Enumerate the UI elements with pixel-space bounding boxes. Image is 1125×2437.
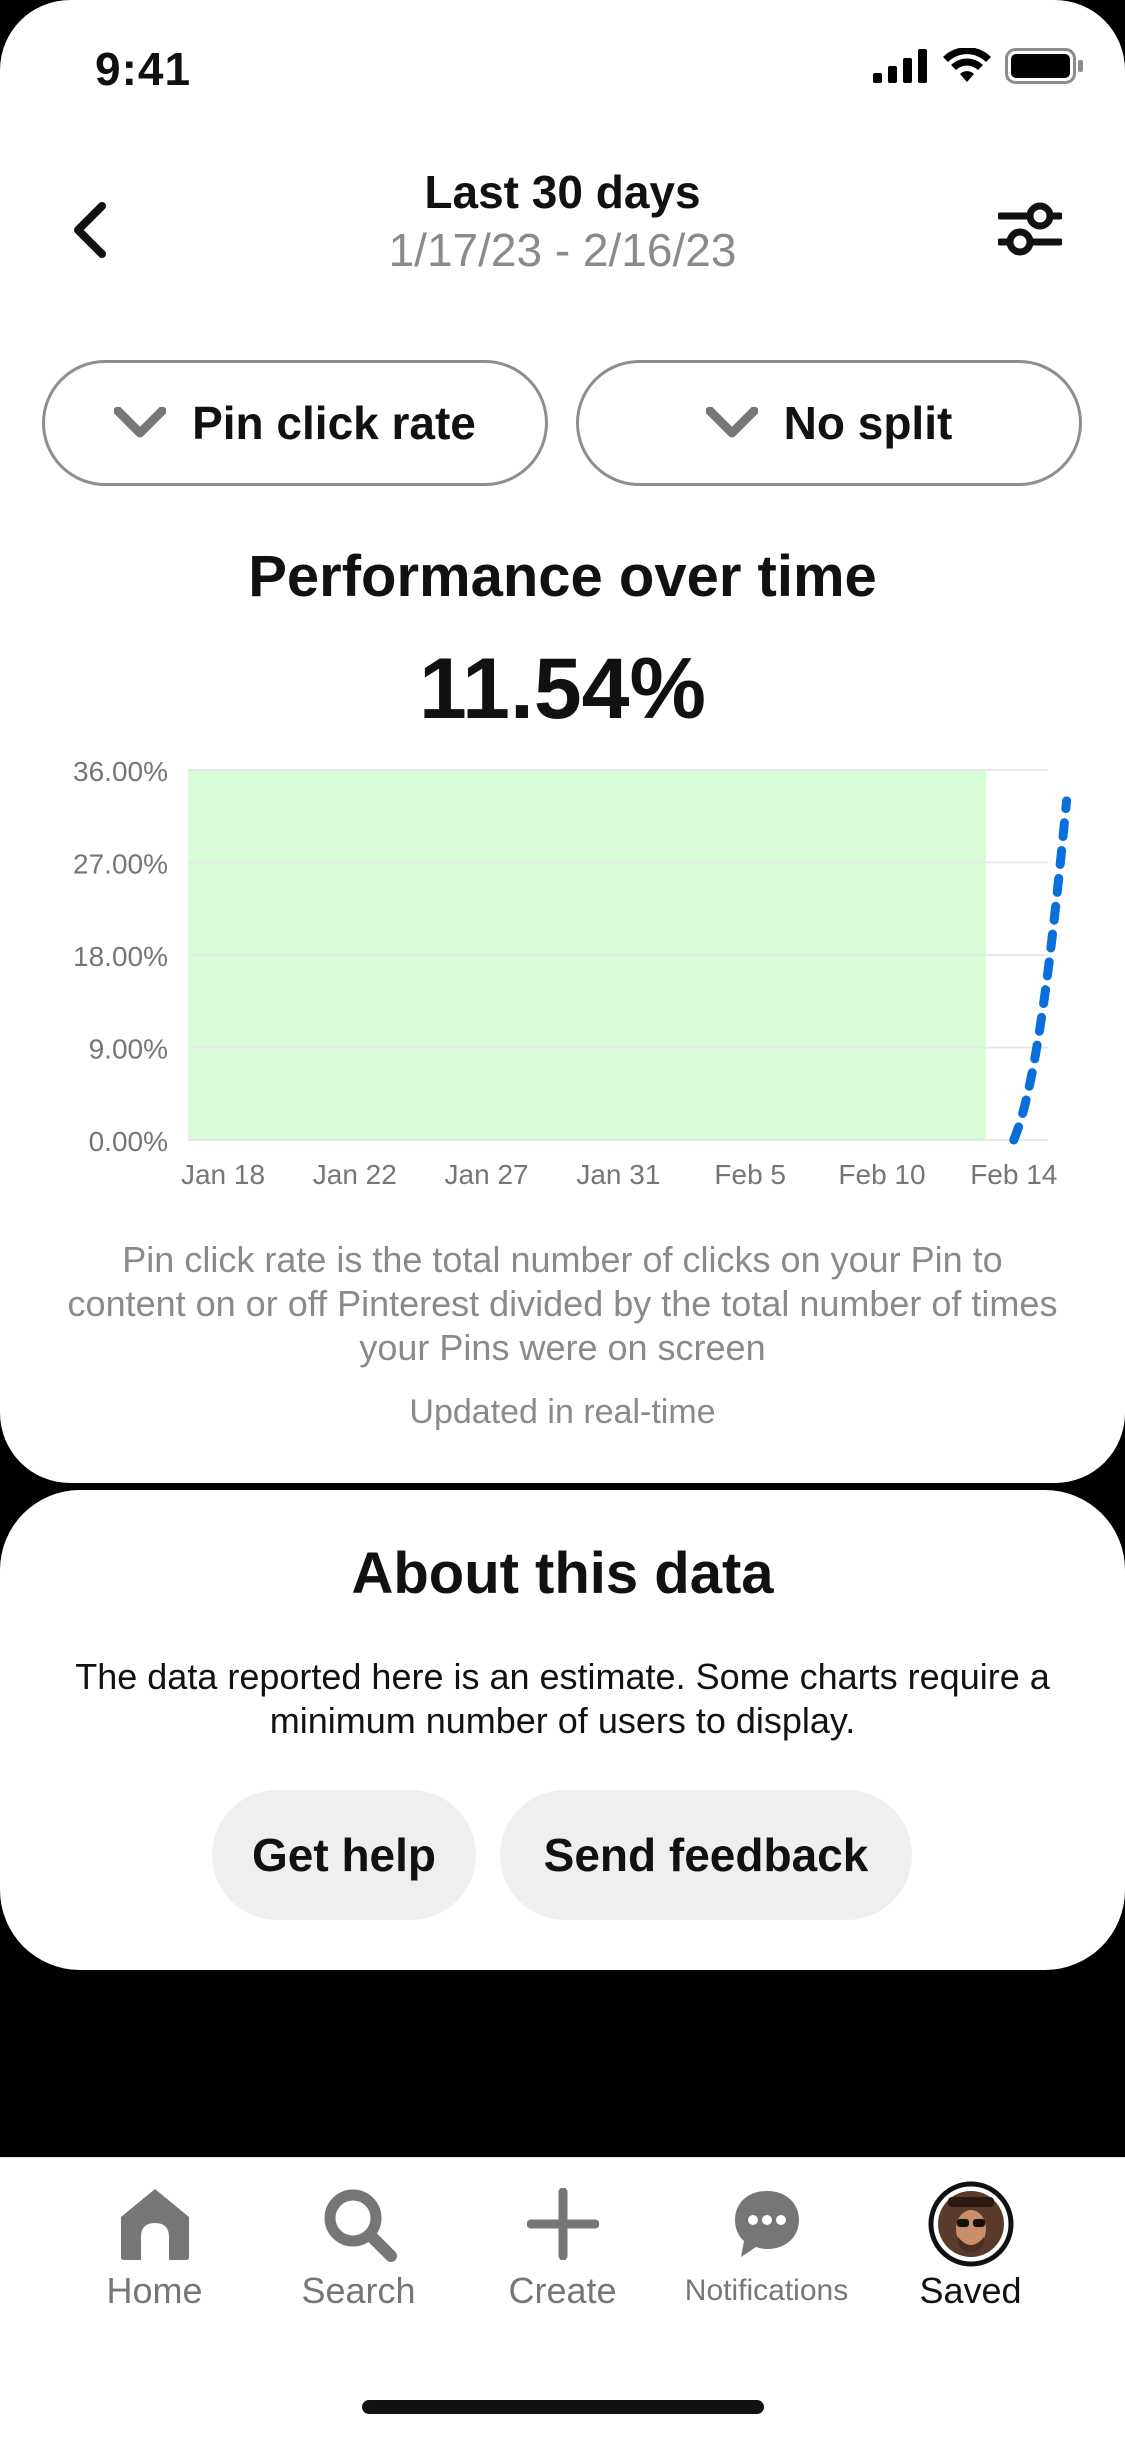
about-card: About this data The data reported here i… xyxy=(0,1490,1125,1970)
x-tick-label: Feb 14 xyxy=(970,1159,1057,1190)
updated-text: Updated in real-time xyxy=(409,1393,716,1431)
x-tick-label: Jan 22 xyxy=(313,1159,397,1190)
analytics-card: 9:41 Last 30 days 1/17/23 - 2/16/23 Pin … xyxy=(0,0,1125,1483)
send-feedback-button[interactable]: Send feedback xyxy=(500,1790,912,1920)
date-range: 1/17/23 - 2/16/23 xyxy=(388,224,737,276)
about-text: The data reported here is an estimate. S… xyxy=(75,1656,1050,1741)
about-title: About this data xyxy=(351,1541,774,1606)
nav-notifications-label: Notifications xyxy=(684,2274,849,2307)
y-tick-label: 0.00% xyxy=(89,1126,168,1157)
chevron-down-icon xyxy=(705,407,758,438)
nav-search[interactable]: Search xyxy=(256,2180,461,2320)
plus-icon xyxy=(526,2188,599,2260)
x-tick-label: Feb 10 xyxy=(838,1159,925,1190)
metric-label: Pin click rate xyxy=(192,397,476,449)
chat-bubble-icon xyxy=(734,2191,799,2257)
y-tick-label: 9.00% xyxy=(89,1034,168,1065)
split-dropdown[interactable]: No split xyxy=(576,360,1082,486)
wifi-icon xyxy=(943,47,991,89)
home-icon xyxy=(120,2189,189,2260)
battery-icon xyxy=(1005,48,1085,89)
metric-dropdown[interactable]: Pin click rate xyxy=(42,360,548,486)
cellular-signal-icon xyxy=(873,49,929,88)
nav-home[interactable]: Home xyxy=(52,2180,257,2320)
chart-series-line xyxy=(1009,796,1072,1145)
x-tick-label: Jan 31 xyxy=(576,1159,660,1190)
search-icon xyxy=(324,2189,397,2262)
page-header: Last 30 days 1/17/23 - 2/16/23 xyxy=(0,165,1125,295)
chart-title: Performance over time xyxy=(248,544,877,609)
chart-canvas: 36.00% 27.00% 18.00% 9.00% 0.00% Jan 18 Jan 22… xyxy=(73,756,1072,1190)
status-bar: 9:41 xyxy=(0,0,1125,130)
sliders-icon xyxy=(998,202,1062,256)
filter-button[interactable] xyxy=(990,190,1070,270)
performance-chart: 36.00% 27.00% 18.00% 9.00% 0.00% Jan 18 Jan 22… xyxy=(0,740,1125,1210)
metric-value: 11.54% xyxy=(419,641,706,737)
x-tick-label: Jan 18 xyxy=(181,1159,265,1190)
bottom-nav: Home Search Create Notifications Saved xyxy=(0,2157,1125,2437)
y-tick-label: 36.00% xyxy=(73,756,168,787)
nav-saved-label: Saved xyxy=(919,2270,1022,2311)
split-label: No split xyxy=(783,397,953,449)
nav-home-label: Home xyxy=(106,2270,203,2311)
get-help-button[interactable]: Get help xyxy=(212,1790,476,1920)
metric-description: Pin click rate is the total number of cl… xyxy=(67,1239,1058,1368)
y-tick-label: 27.00% xyxy=(73,849,168,880)
home-indicator xyxy=(362,2400,764,2414)
nav-create[interactable]: Create xyxy=(460,2180,665,2320)
y-tick-label: 18.00% xyxy=(73,941,168,972)
nav-create-label: Create xyxy=(508,2270,617,2311)
avatar xyxy=(928,2181,1013,2267)
status-time: 9:41 xyxy=(95,43,192,95)
nav-saved[interactable]: Saved xyxy=(868,2180,1073,2320)
x-tick-label: Feb 5 xyxy=(714,1159,786,1190)
page-title: Last 30 days xyxy=(424,166,701,218)
status-icons xyxy=(873,47,1085,89)
nav-notifications[interactable]: Notifications xyxy=(664,2180,869,2320)
chevron-down-icon xyxy=(114,407,167,438)
nav-search-label: Search xyxy=(301,2270,416,2311)
x-tick-label: Jan 27 xyxy=(445,1159,529,1190)
